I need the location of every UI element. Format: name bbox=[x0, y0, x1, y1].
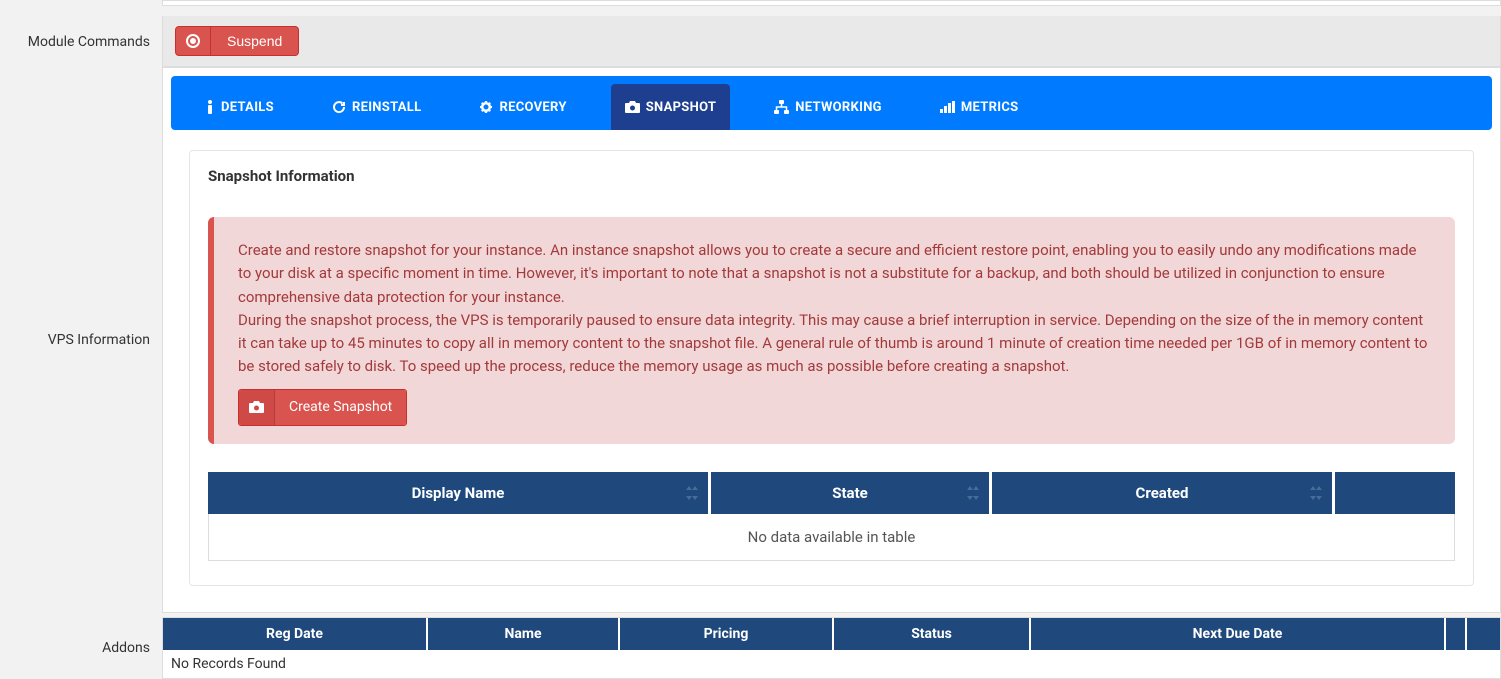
addons-col-pricing[interactable]: Pricing bbox=[620, 618, 832, 650]
gear-icon bbox=[479, 100, 493, 114]
suspend-radio-icon-button[interactable] bbox=[175, 26, 211, 56]
reinstall-icon bbox=[332, 100, 346, 114]
tab-networking-label: NETWORKING bbox=[795, 100, 882, 115]
snapshot-alert-paragraph-2: During the snapshot process, the VPS is … bbox=[238, 309, 1431, 379]
tab-reinstall-label: REINSTALL bbox=[352, 100, 422, 115]
snapshot-table-header: Display Name State Created bbox=[208, 472, 1455, 514]
snapshot-table: Display Name State Created bbox=[208, 472, 1455, 561]
tab-metrics[interactable]: METRICS bbox=[926, 84, 1033, 130]
snapshot-col-state-label: State bbox=[832, 484, 868, 502]
sort-icon bbox=[686, 486, 698, 500]
addons-table-header: Reg Date Name Pricing Status Next Due Da… bbox=[163, 618, 1500, 650]
suspend-button[interactable]: Suspend bbox=[211, 26, 299, 56]
snapshot-panel-title: Snapshot Information bbox=[190, 151, 1473, 197]
tab-snapshot[interactable]: SNAPSHOT bbox=[611, 84, 731, 130]
tab-details-label: DETAILS bbox=[221, 100, 274, 115]
tab-recovery-label: RECOVERY bbox=[499, 100, 566, 115]
create-snapshot-button-label: Create Snapshot bbox=[275, 390, 406, 426]
vps-information-panel: DETAILS REINSTALL RECOVERY SNAPSHOT bbox=[162, 67, 1501, 613]
camera-icon bbox=[625, 101, 640, 113]
addons-col-next-due-date[interactable]: Next Due Date bbox=[1031, 618, 1444, 650]
snapshot-alert-paragraph-1: Create and restore snapshot for your ins… bbox=[238, 239, 1431, 309]
snapshot-info-alert: Create and restore snapshot for your ins… bbox=[208, 217, 1455, 444]
addons-col-status[interactable]: Status bbox=[834, 618, 1029, 650]
circle-dot-icon bbox=[186, 34, 200, 48]
snapshot-col-created-label: Created bbox=[1136, 484, 1189, 502]
addons-col-reg-date[interactable]: Reg Date bbox=[163, 618, 426, 650]
addons-col-action1 bbox=[1446, 618, 1465, 650]
spacer-label bbox=[0, 0, 162, 16]
snapshot-col-state[interactable]: State bbox=[711, 472, 989, 514]
snapshot-panel: Snapshot Information Create and restore … bbox=[189, 150, 1474, 586]
snapshot-col-actions bbox=[1335, 472, 1455, 514]
suspend-button-label: Suspend bbox=[227, 33, 282, 49]
snapshot-col-display-name[interactable]: Display Name bbox=[208, 472, 708, 514]
addons-table-empty: No Records Found bbox=[163, 650, 1500, 678]
module-commands-bar: Suspend bbox=[162, 16, 1501, 67]
snapshot-table-empty: No data available in table bbox=[208, 514, 1455, 561]
vps-tabbar: DETAILS REINSTALL RECOVERY SNAPSHOT bbox=[171, 76, 1492, 130]
network-icon bbox=[774, 100, 789, 114]
sort-icon bbox=[1310, 486, 1322, 500]
create-snapshot-button[interactable]: Create Snapshot bbox=[238, 389, 407, 427]
tab-details[interactable]: DETAILS bbox=[191, 84, 288, 130]
module-commands-label: Module Commands bbox=[0, 26, 162, 58]
tab-networking[interactable]: NETWORKING bbox=[760, 84, 896, 130]
sort-icon bbox=[967, 486, 979, 500]
snapshot-col-display-name-label: Display Name bbox=[412, 484, 505, 502]
tab-recovery[interactable]: RECOVERY bbox=[465, 84, 580, 130]
addons-col-name[interactable]: Name bbox=[428, 618, 618, 650]
top-inputs-remnant bbox=[162, 0, 1501, 6]
info-icon bbox=[205, 100, 215, 114]
tab-snapshot-label: SNAPSHOT bbox=[646, 100, 717, 115]
tab-metrics-label: METRICS bbox=[961, 100, 1019, 115]
snapshot-col-created[interactable]: Created bbox=[992, 472, 1332, 514]
vps-information-label: VPS Information bbox=[0, 324, 162, 356]
addons-col-action2 bbox=[1467, 618, 1500, 650]
tab-reinstall[interactable]: REINSTALL bbox=[318, 84, 436, 130]
addons-label: Addons bbox=[0, 632, 162, 664]
camera-icon bbox=[239, 390, 275, 426]
bars-icon bbox=[940, 101, 955, 113]
